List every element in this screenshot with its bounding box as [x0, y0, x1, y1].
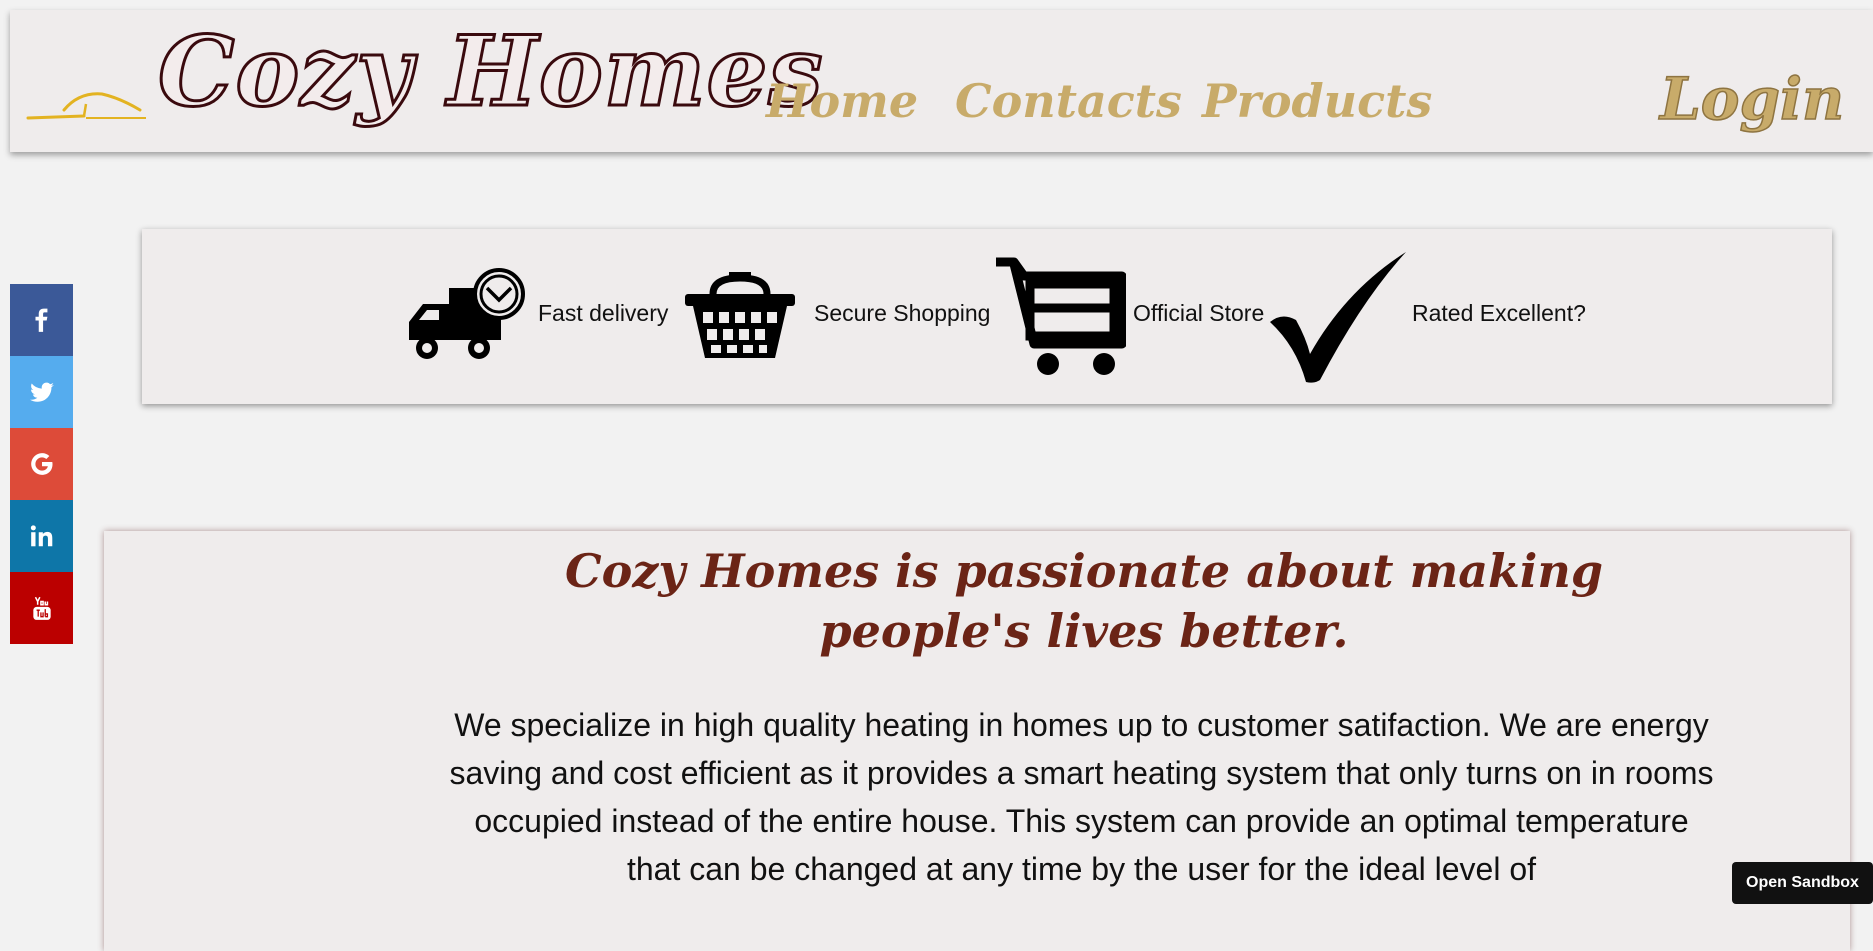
- linkedin-share-button[interactable]: [10, 500, 73, 572]
- nav-login-link[interactable]: Login: [1659, 69, 1845, 129]
- shopping-basket-icon: [685, 272, 795, 358]
- google-icon: [30, 453, 53, 475]
- twitter-icon: [29, 382, 54, 402]
- open-sandbox-button[interactable]: Open Sandbox: [1732, 862, 1873, 904]
- nav-products-link[interactable]: Products: [1202, 78, 1432, 124]
- about-section: Cozy Homes is passionate about making pe…: [104, 531, 1850, 951]
- feature-secure-shopping-label: Secure Shopping: [814, 300, 991, 326]
- feature-rated-excellent-label: Rated Excellent?: [1412, 300, 1586, 326]
- feature-official-store-label: Official Store: [1133, 300, 1265, 326]
- site-logo[interactable]: Cozy Homes: [157, 22, 825, 121]
- facebook-icon: [35, 308, 47, 332]
- google-share-button[interactable]: [10, 428, 73, 500]
- about-description: We specialize in high quality heating in…: [449, 707, 1714, 887]
- youtube-share-button[interactable]: [10, 572, 73, 644]
- shopping-cart-icon: [996, 257, 1126, 375]
- site-header: Cozy Homes Home Contacts Products Login: [10, 10, 1873, 152]
- delivery-truck-icon: [409, 268, 525, 359]
- facebook-share-button[interactable]: [10, 284, 73, 356]
- feature-fast-delivery-label: Fast delivery: [538, 300, 669, 326]
- checkmark-icon: [1270, 252, 1406, 383]
- social-share-bar: [10, 284, 73, 644]
- youtube-icon: [32, 596, 51, 620]
- linkedin-icon: [30, 525, 52, 547]
- house-roof-icon: [26, 92, 146, 120]
- about-title: Cozy Homes is passionate about making pe…: [564, 544, 1604, 658]
- nav-contacts-link[interactable]: Contacts: [955, 78, 1182, 124]
- nav-home-link[interactable]: Home: [766, 78, 918, 124]
- twitter-share-button[interactable]: [10, 356, 73, 428]
